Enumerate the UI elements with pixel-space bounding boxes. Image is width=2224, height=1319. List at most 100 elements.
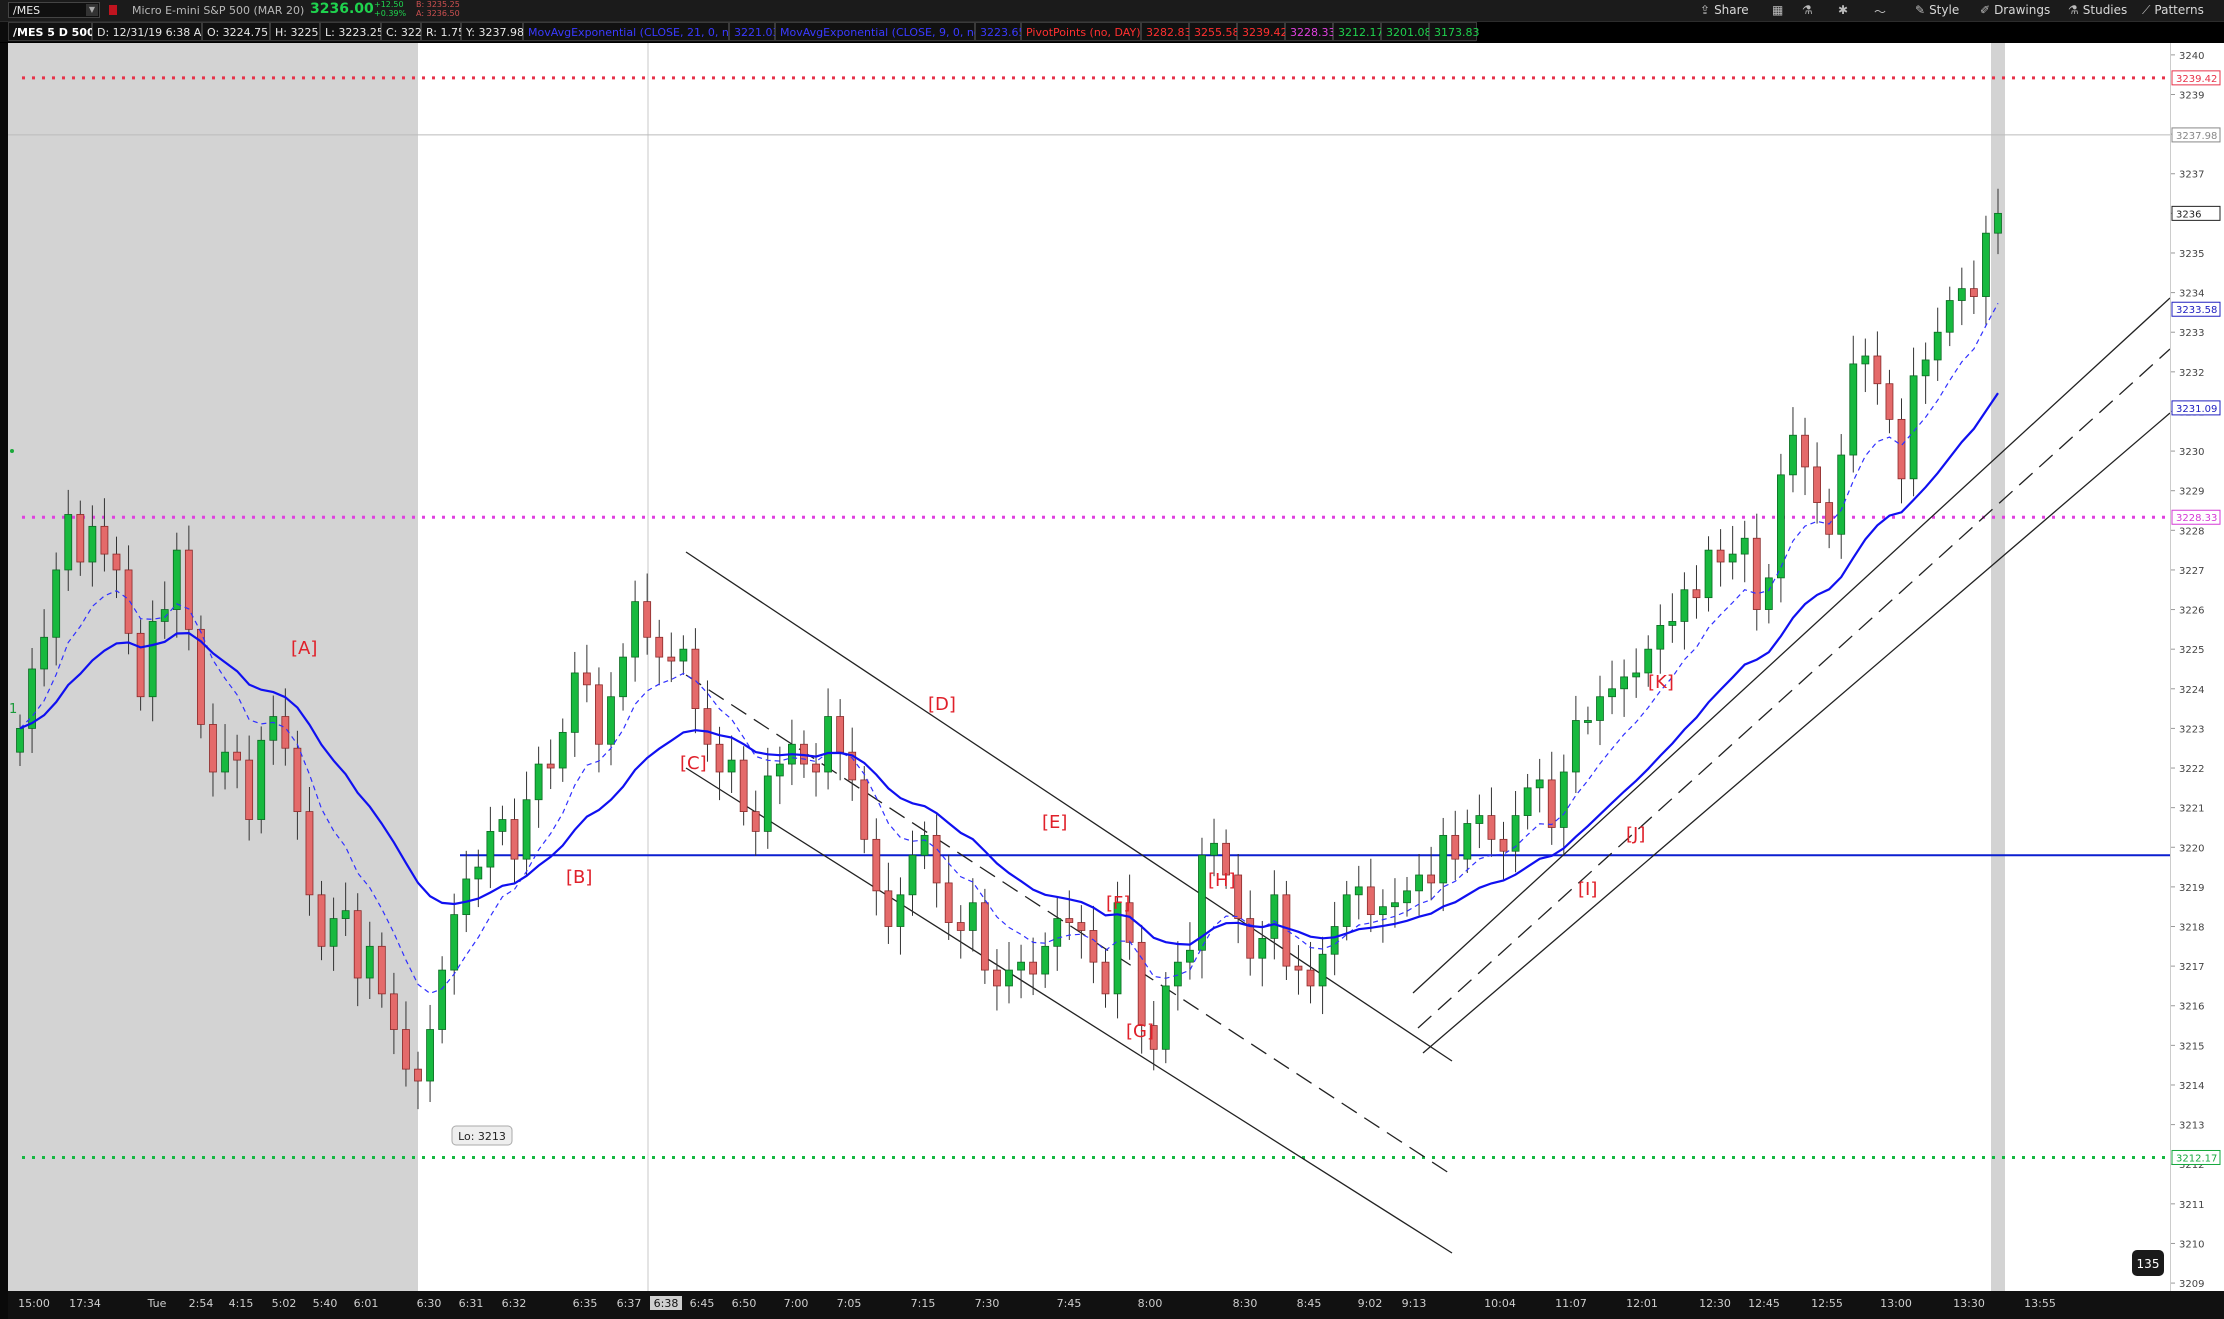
- candle[interactable]: [1813, 442, 1821, 524]
- symbol-selector[interactable]: /MES ▼: [8, 2, 100, 18]
- candle[interactable]: [136, 619, 145, 711]
- price-axis-svg[interactable]: 3209321032113212321332143215321632173218…: [2171, 43, 2224, 1291]
- candle[interactable]: [1005, 941, 1013, 1004]
- candle[interactable]: [257, 726, 266, 834]
- candle[interactable]: [1777, 453, 1785, 603]
- candle[interactable]: [1921, 342, 1930, 404]
- candle[interactable]: [1632, 648, 1641, 698]
- candle[interactable]: [1897, 398, 1906, 504]
- candle[interactable]: [848, 727, 857, 801]
- candle[interactable]: [908, 830, 917, 916]
- candle[interactable]: [595, 667, 603, 773]
- candle[interactable]: [1789, 407, 1797, 493]
- candle[interactable]: [1885, 369, 1894, 434]
- candle[interactable]: [1728, 525, 1737, 580]
- candle[interactable]: [486, 806, 495, 889]
- candle[interactable]: [1041, 932, 1050, 988]
- candle[interactable]: [1186, 922, 1194, 980]
- candle[interactable]: [1366, 858, 1375, 933]
- candle[interactable]: [763, 747, 772, 849]
- candle[interactable]: [703, 680, 712, 762]
- chart-type-button[interactable]: 〜: [1874, 3, 1890, 20]
- candle[interactable]: [1463, 809, 1472, 874]
- candle[interactable]: [1415, 854, 1423, 916]
- uptrend-channel[interactable]: [1412, 297, 2170, 1054]
- candle[interactable]: [1704, 536, 1713, 612]
- candle[interactable]: [619, 643, 627, 711]
- candle[interactable]: [655, 619, 664, 686]
- price-axis[interactable]: 3209 3210 3211 3212 3213 3214 3215 3216 3217 3218…: [2170, 43, 2224, 1291]
- candle[interactable]: [1439, 817, 1448, 912]
- candle[interactable]: [1668, 593, 1677, 643]
- patterns-button[interactable]: ⟋ Patterns: [2142, 3, 2204, 18]
- candle[interactable]: [1354, 865, 1363, 920]
- candle[interactable]: [1969, 260, 1978, 314]
- style-button[interactable]: ✎ Style: [1915, 3, 1959, 17]
- candle[interactable]: [1294, 945, 1303, 995]
- studies-button[interactable]: ⚗ Studies: [2068, 3, 2127, 17]
- candle[interactable]: [1656, 604, 1665, 674]
- candle[interactable]: [1475, 794, 1484, 849]
- candle[interactable]: [1017, 944, 1025, 999]
- candle[interactable]: [1198, 837, 1206, 979]
- flask-button[interactable]: ⚗: [1802, 3, 1817, 17]
- candle[interactable]: [1620, 659, 1629, 717]
- candle[interactable]: [522, 771, 531, 877]
- share-button[interactable]: ⇪ Share: [1700, 3, 1749, 17]
- candle[interactable]: [1945, 286, 1954, 347]
- candle[interactable]: [1246, 890, 1255, 976]
- candle[interactable]: [1849, 335, 1858, 473]
- candle[interactable]: [510, 798, 519, 884]
- price-chart[interactable]: [A] [B] [C] [D] [E] [F] [G] [H] [I] [J] [K] Lo: 32…: [8, 43, 2170, 1291]
- settings-button[interactable]: ✱: [1838, 3, 1852, 17]
- candle[interactable]: [1764, 563, 1773, 624]
- candle[interactable]: [968, 878, 977, 952]
- candle[interactable]: [197, 615, 205, 739]
- candle[interactable]: [751, 790, 760, 856]
- chevron-down-icon[interactable]: ▼: [86, 4, 98, 16]
- drawings-button[interactable]: ✐ Drawings: [1980, 3, 2050, 17]
- candle[interactable]: [715, 726, 724, 801]
- candle[interactable]: [1752, 513, 1761, 631]
- candle[interactable]: [582, 644, 591, 703]
- candle[interactable]: [1161, 972, 1170, 1064]
- candle[interactable]: [450, 893, 459, 995]
- candle[interactable]: [1535, 758, 1544, 813]
- candle[interactable]: [1270, 870, 1279, 960]
- candle[interactable]: [788, 719, 796, 786]
- candle[interactable]: [1391, 878, 1399, 928]
- candle[interactable]: [836, 699, 845, 781]
- candle[interactable]: [884, 862, 893, 944]
- candle[interactable]: [1680, 572, 1689, 650]
- candle[interactable]: [1282, 880, 1291, 980]
- candle[interactable]: [1234, 854, 1243, 944]
- candle[interactable]: [872, 818, 881, 916]
- candle[interactable]: [1523, 773, 1532, 830]
- candle[interactable]: [1982, 215, 1990, 325]
- candle[interactable]: [643, 573, 652, 655]
- candle[interactable]: [896, 877, 905, 955]
- candle[interactable]: [570, 651, 579, 757]
- candle[interactable]: [534, 746, 543, 828]
- candle[interactable]: [1861, 338, 1870, 393]
- candle[interactable]: [1547, 751, 1556, 845]
- candle[interactable]: [1716, 529, 1725, 587]
- candle[interactable]: [1692, 565, 1701, 619]
- candle[interactable]: [727, 735, 736, 793]
- candle[interactable]: [1801, 417, 1809, 496]
- candle[interactable]: [1933, 307, 1942, 381]
- candle[interactable]: [993, 949, 1001, 1011]
- candle[interactable]: [1487, 787, 1496, 857]
- candle[interactable]: [1909, 347, 1918, 497]
- candle[interactable]: [1451, 810, 1460, 881]
- candle[interactable]: [1511, 791, 1520, 873]
- candle[interactable]: [824, 688, 832, 790]
- candle[interactable]: [812, 743, 820, 797]
- badge-135[interactable]: 135: [2132, 1250, 2164, 1276]
- time-axis-svg[interactable]: 15:00 17:34 Tue 2:54 4:15 5:02 5:40 6:01 6:30 6:3…: [8, 1291, 2224, 1319]
- candle[interactable]: [1873, 331, 1882, 405]
- candle[interactable]: [1596, 675, 1604, 746]
- grid-button[interactable]: ▦: [1772, 3, 1787, 17]
- price-chart-svg[interactable]: [A] [B] [C] [D] [E] [F] [G] [H] [I] [J] [K] Lo: 32…: [8, 43, 2170, 1291]
- candle[interactable]: [1957, 267, 1966, 326]
